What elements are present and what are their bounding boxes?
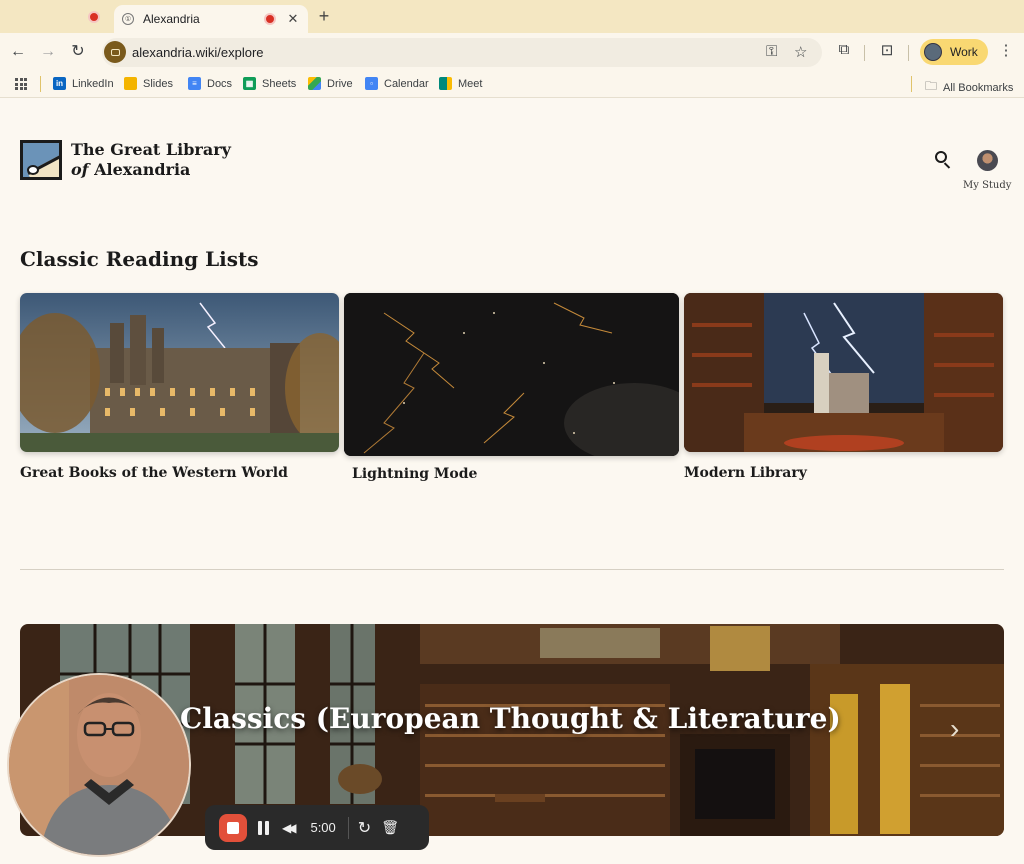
bookmark-separator [911, 76, 912, 92]
all-bookmarks-label: All Bookmarks [943, 81, 1014, 94]
bookmark-meet[interactable]: Meet [439, 77, 482, 90]
rewind-icon[interactable]: ◀◀ [282, 821, 297, 835]
menu-kebab-icon[interactable]: ⋮ [996, 41, 1016, 59]
slides-icon [124, 77, 137, 90]
meet-icon [439, 77, 452, 90]
inactive-tab[interactable] [80, 8, 108, 26]
site-favicon-icon: ① [122, 13, 134, 25]
drive-icon [308, 77, 321, 90]
recording-icon [88, 11, 100, 23]
pause-icon[interactable] [258, 820, 269, 835]
calendar-icon: ▫ [365, 77, 378, 90]
browser-toolbar: ← → ↻ alexandria.wiki/explore ⚿ ☆ ⧉ ⊡ Wo… [0, 33, 1024, 70]
bookmark-label: LinkedIn [72, 77, 114, 90]
card-image[interactable] [20, 293, 339, 452]
linkedin-icon: in [53, 77, 66, 90]
bookmark-drive[interactable]: Drive [308, 77, 353, 90]
apps-grid-icon[interactable] [15, 78, 27, 90]
card-image[interactable] [684, 293, 1003, 452]
trash-icon[interactable]: 🗑 [381, 819, 399, 836]
stop-recording-button[interactable] [219, 813, 247, 842]
lightning-illustration [344, 293, 679, 456]
webcam-bubble[interactable] [7, 673, 191, 857]
brand-italic: of [71, 160, 89, 179]
new-tab-button[interactable]: + [316, 6, 332, 26]
forward-button[interactable]: → [38, 42, 58, 62]
search-icon[interactable] [933, 149, 953, 169]
bookmark-label: Calendar [384, 77, 429, 90]
bookmark-linkedin[interactable]: in LinkedIn [53, 77, 114, 90]
bookmark-label: Slides [143, 77, 173, 90]
modern-library-illustration [684, 293, 1003, 452]
my-study-avatar[interactable] [977, 150, 998, 171]
bookmark-calendar[interactable]: ▫ Calendar [365, 77, 429, 90]
bookmark-label: Sheets [262, 77, 297, 90]
reading-mode-icon[interactable]: ⊡ [877, 41, 897, 59]
library-logo-icon[interactable] [20, 140, 62, 180]
tab-title: Alexandria [143, 12, 200, 26]
brand-line-2: of Alexandria [71, 160, 231, 180]
bookmark-star-icon[interactable]: ☆ [794, 43, 807, 61]
section-divider [20, 569, 1004, 570]
back-button[interactable]: ← [8, 42, 28, 62]
password-key-icon[interactable]: ⚿ [766, 43, 777, 60]
profile-button[interactable]: Work [920, 39, 988, 65]
brand-rest: Alexandria [88, 160, 191, 179]
reading-list-card[interactable]: Great Books of the Western World [20, 293, 339, 481]
gothic-library-illustration [20, 293, 339, 452]
chevron-right-icon[interactable]: › [950, 714, 959, 744]
bookmark-docs[interactable]: ≡ Docs [188, 77, 232, 90]
bookmark-label: Docs [207, 77, 233, 90]
bookmark-label: Meet [458, 77, 483, 90]
close-tab-icon[interactable]: ✕ [286, 11, 300, 27]
restart-icon[interactable]: ↻ [358, 818, 371, 838]
extensions-icon[interactable]: ⧉ [834, 41, 854, 58]
recorder-divider [347, 816, 349, 839]
folder-icon: 🗀 [925, 79, 938, 93]
site-info-icon[interactable] [104, 41, 126, 63]
site-brand[interactable]: The Great Library of Alexandria [71, 140, 231, 180]
profile-label: Work [950, 45, 978, 59]
address-bar[interactable]: alexandria.wiki/explore ⚿ ☆ [102, 38, 822, 67]
bookmark-separator [40, 76, 41, 92]
recording-icon [264, 13, 276, 25]
card-title[interactable]: Lightning Mode [352, 466, 679, 482]
card-image[interactable] [344, 293, 679, 456]
banner-title[interactable]: Classics (European Thought & Literature) [180, 702, 841, 735]
bookmark-slides[interactable]: Slides [124, 77, 173, 90]
card-title[interactable]: Great Books of the Western World [20, 465, 339, 481]
sheets-icon: ▦ [243, 77, 256, 90]
url-text[interactable]: alexandria.wiki/explore [132, 45, 264, 60]
presenter-video [9, 675, 189, 855]
section-title: Classic Reading Lists [20, 247, 259, 271]
bookmarks-bar: in LinkedIn Slides ≡ Docs ▦ Sheets Drive… [0, 70, 1024, 98]
brand-line-1: The Great Library [71, 140, 231, 159]
reading-list-card[interactable]: Modern Library [684, 293, 1003, 481]
bookmark-sheets[interactable]: ▦ Sheets [243, 77, 296, 90]
reload-button[interactable]: ↻ [68, 42, 88, 62]
my-study-label[interactable]: My Study [963, 180, 1011, 191]
active-tab[interactable]: ① Alexandria ✕ [114, 5, 308, 33]
card-title[interactable]: Modern Library [684, 465, 1003, 481]
bookmark-label: Drive [327, 77, 353, 90]
tab-strip: ① Alexandria ✕ + [0, 0, 1024, 33]
docs-icon: ≡ [188, 77, 201, 90]
toolbar-divider [908, 45, 909, 61]
toolbar-divider [864, 45, 865, 61]
recording-controls: ◀◀ 5:00 ↻ 🗑 [205, 805, 429, 850]
profile-avatar [924, 43, 942, 61]
all-bookmarks-button[interactable]: 🗀 All Bookmarks [925, 77, 1013, 98]
reading-list-card[interactable]: Lightning Mode [344, 293, 679, 482]
recording-timer: 5:00 [310, 820, 336, 835]
